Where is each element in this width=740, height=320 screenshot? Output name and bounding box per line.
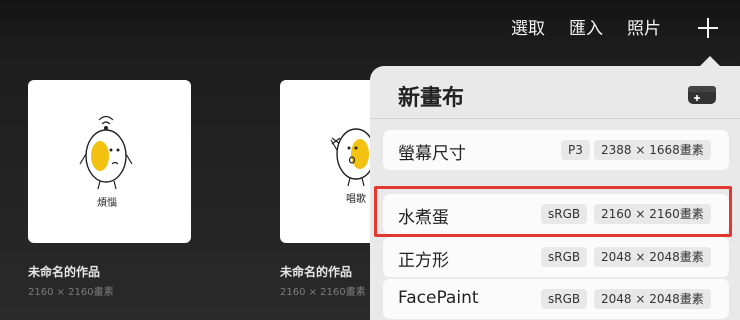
preset-name: 水煮蛋 (398, 208, 449, 228)
artwork-caption: 唱歌 (346, 194, 366, 205)
preset-name: FacePaint (398, 288, 479, 308)
egg-drawing (79, 115, 133, 190)
color-profile-badge: P3 (561, 140, 590, 160)
dimensions-badge: 2160 × 2160畫素 (594, 204, 711, 224)
dimensions-badge: 2048 × 2048畫素 (594, 247, 711, 267)
dimensions-badge: 2048 × 2048畫素 (594, 289, 711, 309)
new-canvas-icon[interactable] (686, 84, 718, 106)
top-bar: 選取 匯入 照片 (0, 0, 740, 56)
plus-icon[interactable] (694, 14, 722, 42)
artwork-title: 未命名的作品 (28, 265, 101, 279)
preset-name: 螢幕尺寸 (398, 144, 466, 164)
color-profile-badge: sRGB (541, 204, 588, 224)
preset-boiled-egg[interactable]: 水煮蛋 sRGB 2160 × 2160畫素 (383, 194, 729, 234)
artwork-item[interactable]: 煩惱 未命名的作品 2160 × 2160畫素 (28, 80, 191, 298)
preset-name: 正方形 (398, 251, 449, 271)
select-button[interactable]: 選取 (511, 14, 545, 39)
dimensions-badge: 2388 × 1668畫素 (594, 140, 711, 160)
new-canvas-popover: 新畫布 螢幕尺寸 P3 2388 × 1668畫素 水煮蛋 sRGB 2160 … (370, 66, 740, 320)
import-button[interactable]: 匯入 (569, 14, 603, 39)
popover-title: 新畫布 (398, 86, 465, 111)
divider (370, 118, 740, 119)
color-profile-badge: sRGB (541, 289, 588, 309)
preset-screen-size[interactable]: 螢幕尺寸 P3 2388 × 1668畫素 (383, 130, 729, 170)
preset-square[interactable]: 正方形 sRGB 2048 × 2048畫素 (383, 237, 729, 277)
artwork-caption: 煩惱 (97, 198, 117, 209)
artwork-thumbnail[interactable]: 煩惱 (28, 80, 191, 243)
photos-button[interactable]: 照片 (627, 14, 661, 39)
color-profile-badge: sRGB (541, 247, 588, 267)
artwork-size: 2160 × 2160畫素 (28, 287, 114, 298)
preset-facepaint[interactable]: FacePaint sRGB 2048 × 2048畫素 (383, 279, 729, 319)
